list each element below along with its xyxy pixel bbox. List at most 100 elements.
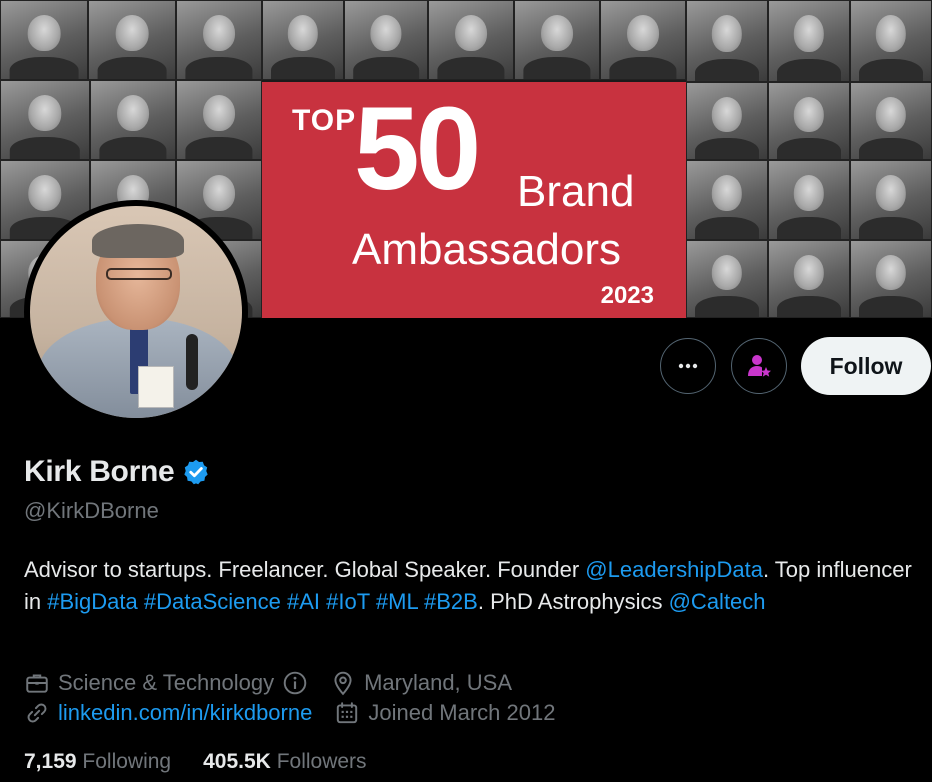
- banner-portrait-tile: [0, 80, 90, 160]
- portrait-body: [271, 57, 335, 79]
- banner-portrait-tile: [768, 82, 850, 160]
- bio-link[interactable]: #ML: [376, 589, 418, 614]
- avatar-microphone: [186, 334, 198, 390]
- card-brand-word: Brand: [517, 167, 635, 216]
- avatar-glasses: [106, 268, 172, 280]
- avatar-photo: [30, 206, 242, 418]
- banner-portrait-tile: [850, 240, 932, 318]
- following-label: Following: [82, 750, 172, 773]
- profile-meta-row-2: linkedin.com/in/kirkdborne Joined March …: [24, 700, 577, 726]
- banner-portrait-tile: [850, 82, 932, 160]
- portrait-body: [859, 295, 923, 317]
- banner-portrait-tile: [0, 0, 88, 80]
- portrait-body: [609, 57, 677, 79]
- following-count: 7,159: [24, 750, 77, 773]
- profile-avatar[interactable]: [24, 200, 248, 424]
- banner-portrait-tile: [768, 160, 850, 240]
- website-item[interactable]: linkedin.com/in/kirkdborne: [24, 700, 312, 726]
- card-number: 50: [354, 83, 481, 215]
- category-label: Science & Technology: [58, 670, 275, 695]
- location-label: Maryland, USA: [364, 670, 513, 695]
- banner-portrait-tile: [686, 0, 768, 82]
- bio-link[interactable]: #AI: [287, 589, 320, 614]
- portrait-head: [711, 254, 743, 290]
- portrait-body: [695, 217, 759, 239]
- portrait-body: [99, 137, 167, 159]
- banner-portrait-tile: [176, 80, 262, 160]
- portrait-body: [185, 57, 253, 79]
- following-stat[interactable]: 7,159 Following: [24, 750, 171, 774]
- top-50-card: TOP 50 Brand Ambassadors 2023: [262, 82, 686, 318]
- banner-portrait-tile: [600, 0, 686, 80]
- portrait-body: [777, 295, 841, 317]
- portrait-head: [875, 254, 907, 290]
- portrait-head: [455, 15, 487, 51]
- banner-portrait-tile: [768, 240, 850, 318]
- more-horizontal-icon: [678, 363, 698, 369]
- location-item: Maryland, USA: [330, 670, 512, 696]
- bio-link[interactable]: #IoT: [326, 589, 370, 614]
- portrait-body: [859, 217, 923, 239]
- portrait-head: [875, 175, 907, 211]
- portrait-head: [287, 15, 319, 51]
- portrait-head: [875, 15, 907, 53]
- profile-bio: Advisor to startups. Freelancer. Global …: [24, 554, 914, 618]
- banner-portrait-tile: [428, 0, 514, 80]
- portrait-head: [627, 15, 659, 51]
- joined-item: Joined March 2012: [334, 700, 555, 726]
- portrait-head: [711, 175, 743, 211]
- portrait-head: [27, 15, 61, 51]
- portrait-head: [28, 175, 62, 211]
- portrait-head: [203, 15, 235, 51]
- banner-portrait-tile: [850, 0, 932, 82]
- banner-portrait-tile: [768, 0, 850, 82]
- portrait-head: [793, 175, 825, 211]
- person-star-icon: [748, 355, 771, 377]
- portrait-head: [793, 15, 825, 53]
- briefcase-icon: [26, 674, 48, 693]
- portrait-head: [115, 15, 149, 51]
- portrait-head: [117, 95, 149, 131]
- card-top-word: TOP: [292, 104, 357, 137]
- joined-label: Joined March 2012: [368, 700, 556, 725]
- portrait-body: [777, 217, 841, 239]
- follow-stats: 7,159 Following 405.5K Followers: [24, 750, 399, 774]
- bio-link[interactable]: #BigData: [47, 589, 138, 614]
- banner-portrait-tile: [344, 0, 428, 80]
- banner-portrait-tile: [262, 0, 344, 80]
- profile-handle: @KirkDBorne: [24, 498, 159, 523]
- location-pin-icon: [334, 671, 352, 696]
- banner-portrait-tile: [90, 80, 176, 160]
- bio-link[interactable]: #DataScience: [144, 589, 281, 614]
- portrait-body: [695, 58, 759, 81]
- more-options-button[interactable]: [660, 338, 716, 394]
- bio-link[interactable]: @Caltech: [669, 589, 766, 614]
- link-icon: [27, 703, 47, 723]
- subscribe-button[interactable]: [731, 338, 787, 394]
- portrait-head: [793, 96, 825, 132]
- follow-button[interactable]: Follow: [801, 337, 931, 395]
- banner-portrait-tile: [686, 160, 768, 240]
- banner-portrait-tile: [176, 0, 262, 80]
- banner-portrait-tile: [850, 160, 932, 240]
- profile-meta-row-1: Science & Technology Maryland, USA: [24, 670, 534, 696]
- followers-stat[interactable]: 405.5K Followers: [203, 750, 366, 774]
- portrait-head: [370, 15, 402, 51]
- verified-badge-icon[interactable]: [182, 458, 210, 486]
- avatar-name-badge: [138, 366, 174, 408]
- bio-text: Advisor to startups. Freelancer. Global …: [24, 557, 586, 582]
- portrait-body: [695, 295, 759, 317]
- portrait-head: [875, 96, 907, 132]
- followers-label: Followers: [276, 750, 367, 773]
- info-icon[interactable]: [282, 670, 308, 696]
- portrait-body: [777, 137, 841, 159]
- portrait-head: [793, 254, 825, 290]
- bio-link[interactable]: #B2B: [424, 589, 478, 614]
- portrait-body: [185, 137, 253, 159]
- portrait-body: [523, 57, 591, 79]
- portrait-body: [859, 137, 923, 159]
- card-ambassadors-word: Ambassadors: [352, 225, 622, 274]
- website-link[interactable]: linkedin.com/in/kirkdborne: [58, 700, 312, 726]
- banner-portrait-tile: [686, 240, 768, 318]
- bio-link[interactable]: @LeadershipData: [585, 557, 763, 582]
